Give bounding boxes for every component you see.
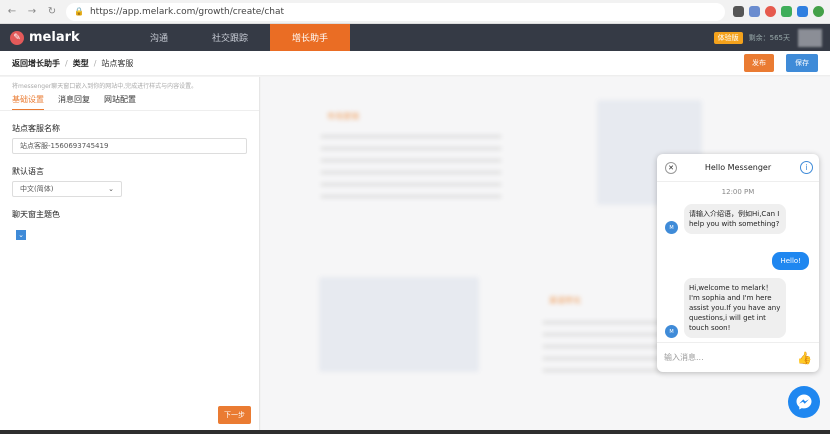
browser-toolbar: ← → ↻ 🔒 https://app.melark.com/growth/cr… [0, 0, 830, 24]
next-button[interactable]: 下一步 [218, 406, 251, 424]
logo-text: melark [29, 30, 80, 45]
breadcrumb-back[interactable]: 返回增长助手 [12, 58, 60, 69]
top-nav: 沟通 社交跟踪 增长助手 [128, 24, 351, 51]
address-bar[interactable]: 🔒 https://app.melark.com/growth/create/c… [66, 2, 725, 21]
settings-panel: 将messenger聊天窗口嵌入到你的网站中,完成进行样式与内容设置。 基础设置… [0, 77, 260, 434]
breadcrumb-current: 站点客服 [101, 58, 134, 68]
message-composer[interactable]: 输入消息... 👍 [657, 342, 819, 372]
nav-social-track[interactable]: 社交跟踪 [190, 24, 270, 51]
messenger-header: ✕ Hello Messenger i [657, 154, 819, 182]
publish-button[interactable]: 发布 [744, 54, 774, 72]
blurred-account[interactable] [798, 28, 822, 47]
theme-color-label: 聊天窗主题色 [12, 210, 60, 219]
forward-arrow-icon[interactable]: → [26, 6, 38, 17]
key-icon[interactable] [733, 6, 744, 17]
message-bubble: 请输入介绍语，例如Hi,Can I help you with somethin… [684, 204, 786, 234]
name-label: 站点客服名称 [12, 124, 60, 133]
nav-communicate[interactable]: 沟通 [128, 24, 190, 51]
settings-tabs: 基础设置 消息回复 网站配置 [0, 90, 259, 111]
breadcrumb: 返回增长助手 / 类型 / 站点客服 发布 保存 [0, 51, 830, 76]
incoming-message: M 请输入介绍语，例如Hi,Can I help you with someth… [665, 204, 786, 234]
logo[interactable]: ✎ melark [0, 30, 128, 45]
back-arrow-icon[interactable]: ← [6, 6, 18, 17]
app-header: ✎ melark 沟通 社交跟踪 增长助手 体验版 剩余：565天 [0, 24, 830, 51]
extension-icon[interactable] [781, 6, 792, 17]
chevron-down-icon: ⌄ [108, 185, 114, 193]
breadcrumb-type[interactable]: 类型 [73, 58, 89, 69]
extensions [733, 6, 824, 17]
profile-icon[interactable] [813, 6, 824, 17]
message-bubble: Hi,welcome to melark！ I'm sophia and I'm… [684, 278, 786, 338]
tab-replies[interactable]: 消息回复 [58, 94, 90, 110]
thumbs-up-icon[interactable]: 👍 [797, 351, 812, 365]
avatar: M [665, 325, 678, 338]
language-select[interactable]: 中文(简体) ⌄ [12, 181, 122, 197]
name-input[interactable]: 站点客服-1560693745419 [12, 138, 247, 154]
messenger-widget: ✕ Hello Messenger i 12:00 PM M 请输入介绍语，例如… [657, 154, 819, 372]
messenger-title: Hello Messenger [704, 163, 772, 172]
language-value: 中文(简体) [20, 185, 54, 193]
translate-icon[interactable] [749, 6, 760, 17]
taskbar-strip [0, 430, 830, 434]
save-button[interactable]: 保存 [786, 54, 818, 72]
lock-icon: 🔒 [74, 7, 84, 16]
language-label: 默认语言 [12, 167, 44, 176]
trial-remaining: 剩余：565天 [748, 33, 790, 42]
trial-info: 体验版 剩余：565天 [713, 31, 790, 44]
melark-logo-icon: ✎ [10, 30, 24, 45]
trial-badge: 体验版 [713, 31, 743, 44]
reload-icon[interactable]: ↻ [46, 6, 58, 17]
message-time: 12:00 PM [721, 188, 755, 196]
close-icon[interactable]: ✕ [665, 162, 677, 174]
url-text: https://app.melark.com/growth/create/cha… [89, 6, 285, 17]
abp-icon[interactable] [765, 6, 776, 17]
info-icon[interactable]: i [800, 161, 813, 174]
outgoing-message: Hello! [772, 252, 809, 270]
tab-basic[interactable]: 基础设置 [12, 94, 44, 110]
tab-site[interactable]: 网站配置 [104, 94, 136, 110]
nav-growth-assistant[interactable]: 增长助手 [270, 24, 351, 51]
avatar: M [665, 221, 678, 234]
incoming-message: M Hi,welcome to melark！ I'm sophia and I… [665, 278, 786, 338]
message-input[interactable]: 输入消息... [664, 352, 704, 363]
messenger-icon [796, 394, 812, 410]
theme-color-swatch[interactable]: ⌄ [16, 230, 26, 240]
extension-icon[interactable] [797, 6, 808, 17]
messenger-launcher[interactable] [788, 386, 820, 418]
form-hint: 将messenger聊天窗口嵌入到你的网站中,完成进行样式与内容设置。 [12, 83, 198, 90]
